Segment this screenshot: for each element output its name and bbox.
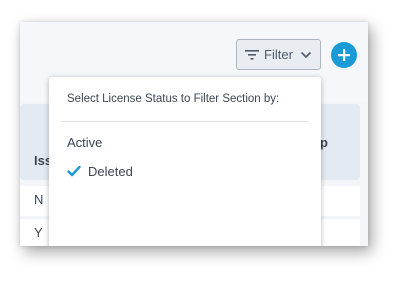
option-label: Deleted — [88, 163, 133, 179]
filter-button-label: Filter — [264, 47, 293, 62]
filter-option-active[interactable]: Active — [49, 130, 321, 154]
filter-option-deleted[interactable]: Deleted — [49, 159, 321, 183]
option-label: Active — [67, 134, 103, 150]
table-cell: Y — [34, 225, 43, 240]
divider — [61, 121, 309, 122]
add-button[interactable] — [331, 42, 357, 68]
filter-button[interactable]: Filter — [236, 39, 321, 70]
chevron-down-icon — [300, 51, 312, 59]
filter-dropdown-menu: Select License Status to Filter Section … — [49, 77, 321, 246]
app-window: Filter Iss p N Y Select License Status t… — [20, 22, 368, 246]
check-icon — [67, 165, 81, 177]
plus-icon — [337, 48, 351, 62]
filter-icon — [245, 49, 260, 61]
column-header-right: p — [320, 135, 328, 150]
dropdown-title: Select License Status to Filter Section … — [67, 93, 280, 105]
table-cell: N — [34, 192, 44, 207]
